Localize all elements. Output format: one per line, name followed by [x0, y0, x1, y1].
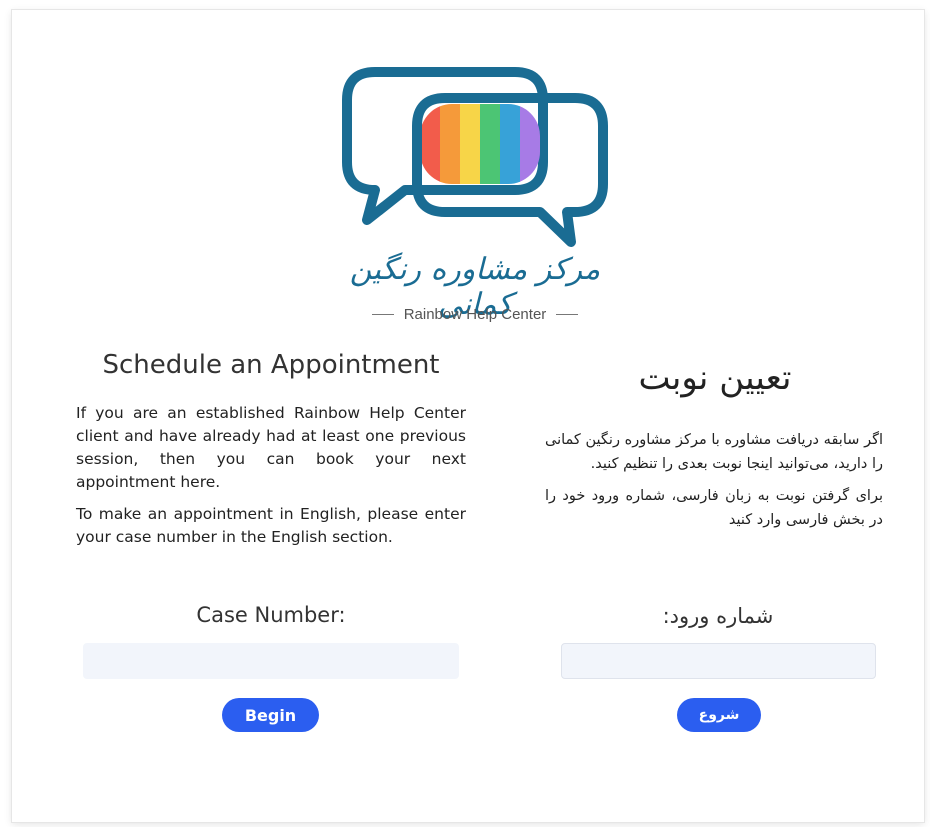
persian-title: تعیین نوبت [638, 358, 792, 398]
persian-paragraph-1: اگر سابقه دریافت مشاوره با مرکز مشاوره ر… [545, 432, 883, 472]
tagline-text: Rainbow Help Center [403, 306, 547, 323]
login-number-input[interactable] [561, 643, 876, 679]
persian-paragraph-2: برای گرفتن نوبت به زبان فارسی، شماره ورو… [545, 488, 883, 528]
case-number-label: Case Number: [196, 603, 346, 627]
logo-tagline: Rainbow Help Center [330, 306, 620, 323]
start-button[interactable]: شروع [677, 698, 761, 732]
rainbow-speech-bubbles-logo-icon [342, 67, 608, 247]
tagline-right-divider [556, 314, 579, 315]
login-number-label: شماره ورود: [662, 604, 774, 628]
logo-script-text: مرکز مشاوره رنگین کمانی [349, 252, 601, 322]
tagline-left-divider [371, 314, 394, 315]
english-title: Schedule an Appointment [102, 350, 440, 380]
case-number-input[interactable] [83, 643, 459, 679]
english-description: If you are an established Rainbow Help C… [76, 402, 466, 558]
persian-description: اگر سابقه دریافت مشاوره با مرکز مشاوره ر… [545, 428, 883, 540]
begin-button[interactable]: Begin [222, 698, 319, 732]
english-paragraph-1: If you are an established Rainbow Help C… [76, 404, 466, 491]
english-paragraph-2: To make an appointment in English, pleas… [76, 505, 466, 546]
